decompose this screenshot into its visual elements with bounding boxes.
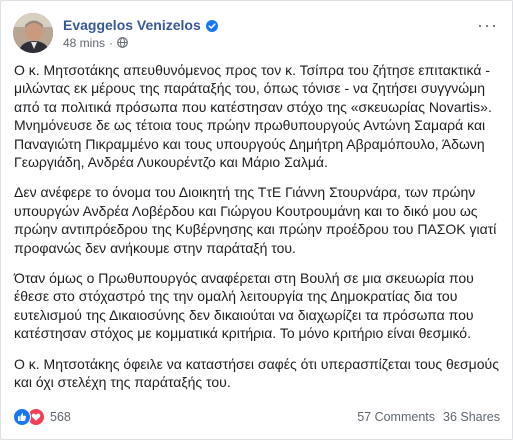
post-paragraph: Όταν όμως ο Πρωθυπουργός αναφέρεται στη … (14, 270, 474, 342)
post-header: Evaggelos Venizelos 48 mins · (13, 11, 218, 55)
meta-separator: · (109, 35, 114, 50)
reaction-count[interactable]: 568 (50, 410, 71, 424)
like-icon[interactable] (13, 408, 31, 426)
author-name[interactable]: Evaggelos Venizelos (63, 17, 201, 33)
post-paragraph: Ο κ. Μητσοτάκης όφειλε να καταστήσει σαφ… (14, 355, 499, 391)
shares-count[interactable]: 36 Shares (443, 410, 500, 424)
author-row: Evaggelos Venizelos (63, 17, 218, 33)
comments-count[interactable]: 57 Comments (357, 410, 435, 424)
post-header-text: Evaggelos Venizelos 48 mins · (63, 17, 218, 50)
verified-badge-icon (205, 19, 218, 32)
post-paragraph: Ο κ. Μητσοτάκης απευθυνόμενος προς τον κ… (14, 62, 492, 171)
reaction-icons[interactable] (13, 408, 45, 426)
post-body: Ο κ. Μητσοτάκης απευθυνόμενος προς τον κ… (14, 61, 500, 404)
post-paragraph: Δεν ανέφερε το όνομα του Διοικητή της Ττ… (14, 184, 497, 256)
post-timestamp[interactable]: 48 mins (63, 36, 105, 50)
reactions-bar: 568 57 Comments 36 Shares (13, 405, 500, 429)
more-options-icon[interactable]: ··· (477, 15, 498, 36)
facebook-post: Evaggelos Venizelos 48 mins · ··· Ο κ. Μ… (0, 0, 513, 440)
globe-icon[interactable] (117, 37, 128, 48)
post-meta: 48 mins · (63, 36, 218, 50)
author-avatar[interactable] (13, 13, 53, 53)
